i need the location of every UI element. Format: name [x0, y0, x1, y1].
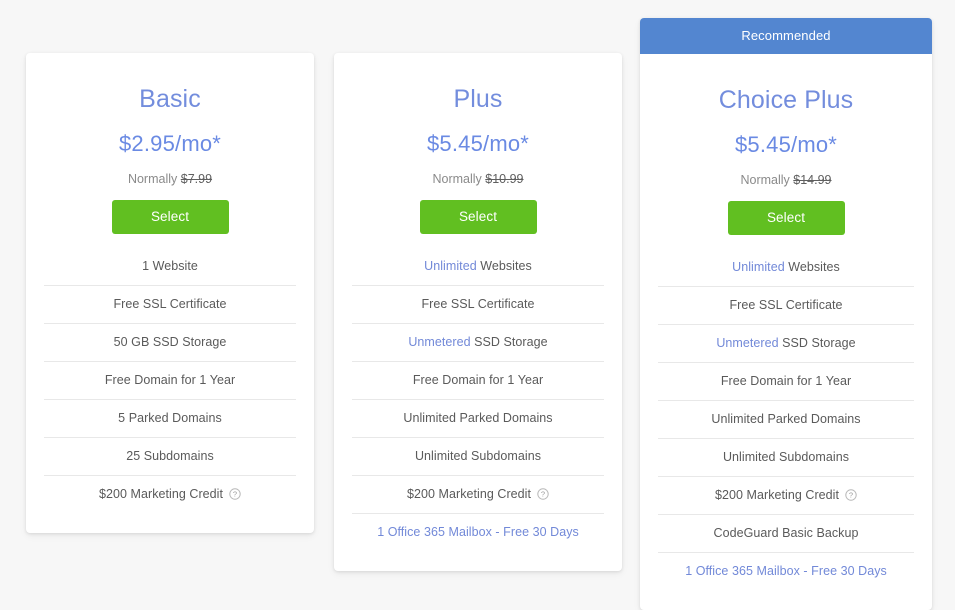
recommended-badge: Recommended — [640, 18, 932, 54]
feature-item: Unmetered SSD Storage — [658, 324, 914, 362]
feature-highlight: Unmetered — [716, 336, 779, 350]
feature-list-basic: 1 Website Free SSL Certificate 50 GB SSD S… — [44, 234, 296, 513]
feature-text: Unlimited Subdomains — [414, 449, 542, 463]
help-circle-icon[interactable]: ? — [845, 489, 857, 501]
feature-text: Free Domain for 1 Year — [104, 373, 236, 387]
plan-price-basic: $2.95/mo* — [118, 131, 222, 156]
feature-highlight: Unlimited — [732, 260, 785, 274]
feature-item: 25 Subdomains — [44, 437, 296, 475]
feature-text: Free Domain for 1 Year — [720, 374, 852, 388]
feature-text: SSD Storage — [778, 336, 856, 350]
feature-item: CodeGuard Basic Backup — [658, 514, 914, 552]
feature-text: Free Domain for 1 Year — [412, 373, 544, 387]
plan-normally-choice-plus: Normally $14.99 — [658, 158, 914, 187]
plan-name-basic: Basic — [139, 85, 201, 113]
feature-text: Unlimited Parked Domains — [403, 411, 553, 425]
svg-text:?: ? — [541, 489, 545, 498]
feature-item: 5 Parked Domains — [44, 399, 296, 437]
plan-normally-basic: Normally $7.99 — [44, 157, 296, 186]
feature-item: Free SSL Certificate — [352, 285, 604, 323]
feature-text: 5 Parked Domains — [118, 411, 222, 425]
plan-body-choice-plus: Choice Plus $5.45/mo* Normally $14.99 Se… — [640, 54, 932, 610]
feature-text: $200 Marketing Credit — [714, 488, 840, 502]
feature-item: $200 Marketing Credit? — [352, 475, 604, 513]
plan-name-choice-plus: Choice Plus — [718, 86, 854, 114]
help-circle-icon[interactable]: ? — [537, 488, 549, 500]
feature-item[interactable]: 1 Office 365 Mailbox - Free 30 Days — [352, 513, 604, 551]
svg-text:?: ? — [849, 490, 853, 499]
feature-highlight: Unlimited — [424, 259, 477, 273]
feature-text: Free SSL Certificate — [729, 298, 843, 312]
feature-item: Unlimited Subdomains — [658, 438, 914, 476]
feature-item: Unlimited Parked Domains — [658, 400, 914, 438]
pricing-table: Basic $2.95/mo* Normally $7.99 Select 1 … — [0, 0, 955, 610]
feature-item: Free Domain for 1 Year — [658, 362, 914, 400]
plan-price-choice-plus: $5.45/mo* — [734, 132, 838, 157]
feature-item: Free Domain for 1 Year — [44, 361, 296, 399]
plan-price-plus: $5.45/mo* — [426, 131, 530, 156]
normally-price-choice-plus: $14.99 — [793, 173, 832, 187]
normally-label-choice-plus: Normally — [740, 173, 790, 187]
feature-text: 25 Subdomains — [126, 449, 214, 463]
feature-text: $200 Marketing Credit — [406, 487, 532, 501]
feature-text: Websites — [784, 260, 840, 274]
feature-text: 50 GB SSD Storage — [113, 335, 227, 349]
feature-list-plus: Unlimited Websites Free SSL Certificate Un… — [352, 234, 604, 551]
help-circle-icon[interactable]: ? — [229, 488, 241, 500]
plan-body-basic: Basic $2.95/mo* Normally $7.99 Select 1 … — [26, 53, 314, 533]
feature-item: Unlimited Websites — [352, 234, 604, 285]
svg-text:?: ? — [233, 489, 237, 498]
feature-item: $200 Marketing Credit? — [658, 476, 914, 514]
feature-item: 50 GB SSD Storage — [44, 323, 296, 361]
select-button-basic[interactable]: Select — [111, 200, 229, 234]
feature-item: Unlimited Parked Domains — [352, 399, 604, 437]
normally-price-plus: $10.99 — [485, 172, 524, 186]
feature-item: Free SSL Certificate — [658, 286, 914, 324]
plan-body-plus: Plus $5.45/mo* Normally $10.99 Select Un… — [334, 53, 622, 571]
feature-item: Free Domain for 1 Year — [352, 361, 604, 399]
feature-text: $200 Marketing Credit — [98, 487, 224, 501]
feature-item: Unlimited Websites — [658, 235, 914, 286]
feature-item: Free SSL Certificate — [44, 285, 296, 323]
feature-item[interactable]: 1 Office 365 Mailbox - Free 30 Days — [658, 552, 914, 590]
feature-text: Free SSL Certificate — [421, 297, 535, 311]
select-button-choice-plus[interactable]: Select — [727, 201, 845, 235]
plan-normally-plus: Normally $10.99 — [352, 157, 604, 186]
plan-name-plus: Plus — [453, 85, 503, 113]
normally-label-basic: Normally — [127, 172, 178, 186]
feature-text: 1 Website — [142, 259, 198, 273]
feature-text: SSD Storage — [470, 335, 548, 349]
select-button-plus[interactable]: Select — [419, 200, 537, 234]
feature-text: Unlimited Subdomains — [722, 450, 850, 464]
feature-highlight: Unmetered — [408, 335, 471, 349]
normally-label-plus: Normally — [432, 172, 482, 186]
feature-item: 1 Website — [44, 234, 296, 285]
feature-item: Unlimited Subdomains — [352, 437, 604, 475]
feature-text: Websites — [476, 259, 532, 273]
feature-text: CodeGuard Basic Backup — [713, 526, 859, 540]
normally-price-basic: $7.99 — [180, 172, 213, 186]
feature-text: Unlimited Parked Domains — [711, 412, 861, 426]
feature-item: $200 Marketing Credit? — [44, 475, 296, 513]
plan-card-plus[interactable]: Plus $5.45/mo* Normally $10.99 Select Un… — [334, 53, 622, 571]
plan-card-basic[interactable]: Basic $2.95/mo* Normally $7.99 Select 1 … — [26, 53, 314, 533]
plan-card-choice-plus[interactable]: Recommended Choice Plus $5.45/mo* Normal… — [640, 18, 932, 610]
feature-text: Free SSL Certificate — [113, 297, 227, 311]
feature-text: 1 Office 365 Mailbox - Free 30 Days — [685, 564, 887, 578]
feature-item: Unmetered SSD Storage — [352, 323, 604, 361]
